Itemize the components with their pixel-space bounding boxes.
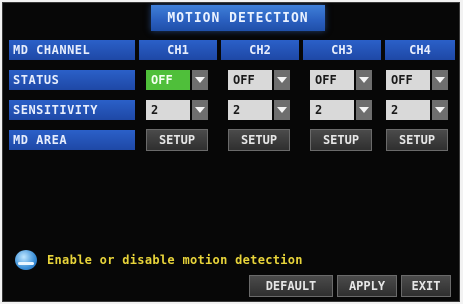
info-icon [15,250,37,270]
exit-button[interactable]: EXIT [401,275,451,297]
status-label: STATUS [9,70,135,90]
md-area-setup-button-ch4[interactable]: SETUP [386,129,448,151]
sensitivity-label: SENSITIVITY [9,100,135,120]
status-value: OFF [228,70,272,90]
channel-header-ch2: CH2 [221,40,299,60]
apply-button[interactable]: APPLY [337,275,397,297]
dropdown-arrow-icon[interactable] [192,100,208,120]
channel-header-ch1: CH1 [139,40,217,60]
channel-header-ch3: CH3 [303,40,381,60]
md-area-label: MD AREA [9,130,135,150]
status-value: OFF [310,70,354,90]
status-value: OFF [386,70,430,90]
md-area-setup-button-ch1[interactable]: SETUP [146,129,208,151]
dropdown-arrow-icon[interactable] [274,70,290,90]
sensitivity-value: 2 [228,100,272,120]
dropdown-arrow-icon[interactable] [192,70,208,90]
dropdown-arrow-icon[interactable] [274,100,290,120]
md-channel-label: MD CHANNEL [9,40,135,60]
sensitivity-value: 2 [310,100,354,120]
sensitivity-value: 2 [146,100,190,120]
dropdown-arrow-icon[interactable] [356,100,372,120]
md-area-setup-button-ch2[interactable]: SETUP [228,129,290,151]
default-button[interactable]: DEFAULT [249,275,333,297]
status-select-ch3[interactable]: OFF [310,70,372,90]
dropdown-arrow-icon[interactable] [432,100,448,120]
channel-header-ch4: CH4 [385,40,455,60]
window-title: MOTION DETECTION [151,5,325,31]
dropdown-arrow-icon[interactable] [432,70,448,90]
sensitivity-select-ch2[interactable]: 2 [228,100,290,120]
status-select-ch4[interactable]: OFF [386,70,448,90]
sensitivity-select-ch3[interactable]: 2 [310,100,372,120]
motion-detection-window: MOTION DETECTION MD CHANNEL STATUS SENSI… [2,2,460,302]
md-area-setup-button-ch3[interactable]: SETUP [310,129,372,151]
hint-bar: Enable or disable motion detection [15,250,303,270]
sensitivity-value: 2 [386,100,430,120]
sensitivity-select-ch1[interactable]: 2 [146,100,208,120]
status-select-ch2[interactable]: OFF [228,70,290,90]
sensitivity-select-ch4[interactable]: 2 [386,100,448,120]
hint-text: Enable or disable motion detection [47,253,303,267]
dropdown-arrow-icon[interactable] [356,70,372,90]
status-select-ch1[interactable]: OFF [146,70,208,90]
status-value: OFF [146,70,190,90]
